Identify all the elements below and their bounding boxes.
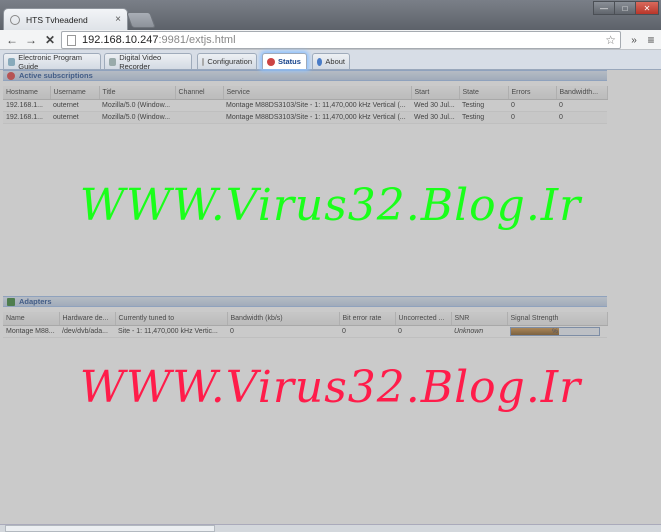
signal-strength-text: %: [552, 327, 558, 335]
cell: Site - 1: 11,470,000 kHz Vertic...: [115, 325, 227, 338]
cell: /dev/dvb/ada...: [59, 325, 115, 338]
col-hardware-device[interactable]: Hardware de...: [59, 312, 116, 326]
cell: 0: [556, 99, 607, 112]
col-bandwidth-kbs[interactable]: Bandwidth (kb/s): [227, 312, 340, 326]
dvr-icon: [109, 57, 117, 66]
horizontal-scrollbar[interactable]: [5, 525, 215, 532]
cell: 0: [395, 325, 451, 338]
tab-configuration-label: Configuration: [207, 57, 252, 66]
col-errors[interactable]: Errors: [508, 86, 557, 100]
col-start[interactable]: Start: [411, 86, 460, 100]
col-hostname[interactable]: Hostname: [3, 86, 51, 100]
cell: Wed 30 Jul...: [411, 99, 459, 112]
adapters-table: Name Hardware de... Currently tuned to B…: [3, 312, 608, 338]
url-host: 192.168.10.247: [82, 34, 159, 46]
col-channel[interactable]: Channel: [175, 86, 224, 100]
cell: Mozilla/5.0 (Window...: [99, 111, 175, 124]
info-icon: [317, 57, 323, 66]
cell: 192.168.1...: [3, 99, 50, 112]
cell: Unknown: [451, 325, 507, 338]
url-path: :9981/extjs.html: [158, 34, 236, 46]
main-tab-bar: Electronic Program Guide Digital Video R…: [0, 50, 661, 71]
col-title[interactable]: Title: [99, 86, 176, 100]
col-bit-error-rate[interactable]: Bit error rate: [339, 312, 396, 326]
stop-button[interactable]: ✕: [42, 32, 58, 48]
tab-epg-label: Electronic Program Guide: [18, 52, 83, 71]
cell: Mozilla/5.0 (Window...: [99, 99, 175, 112]
col-name[interactable]: Name: [3, 312, 60, 326]
signal-strength-cell: %: [507, 325, 607, 338]
table-row[interactable]: Montage M88... /dev/dvb/ada... Site - 1:…: [3, 325, 607, 338]
tab-dvr-label: Digital Video Recorder: [119, 52, 162, 71]
cell: 192.168.1...: [3, 111, 50, 124]
subscriptions-panel-header: Active subscriptions: [3, 70, 607, 81]
extensions-overflow-icon[interactable]: »: [626, 32, 642, 48]
watermark-red: WWW.Virus32.Blog.Ir: [79, 362, 582, 413]
page-loading-icon: [10, 14, 20, 25]
cell: Montage M88DS3103/Site - 1: 11,470,000 k…: [223, 99, 411, 112]
forward-button[interactable]: →: [23, 32, 39, 48]
cell: [175, 111, 223, 124]
col-uncorrected[interactable]: Uncorrected ...: [395, 312, 452, 326]
cell: 0: [339, 325, 395, 338]
subscriptions-icon: [7, 71, 15, 80]
adapters-title: Adapters: [19, 297, 52, 306]
page-icon: [67, 35, 76, 46]
tab-configuration[interactable]: Configuration: [197, 53, 257, 69]
tab-status[interactable]: Status: [262, 53, 307, 69]
signal-strength-bar: %: [510, 326, 600, 336]
adapters-panel-header: Adapters: [3, 296, 607, 307]
browser-toolbar: ← → ✕ 192.168.10.247:9981/extjs.html ☆ »…: [0, 30, 661, 50]
cell: 0: [508, 111, 556, 124]
browser-tab-title: HTS Tvheadend: [26, 14, 88, 25]
cell: 0: [227, 325, 339, 338]
minimize-button[interactable]: —: [593, 1, 615, 15]
cell: Wed 30 Jul...: [411, 111, 459, 124]
close-window-button[interactable]: ✕: [635, 1, 659, 15]
cell: Montage M88DS3103/Site - 1: 11,470,000 k…: [223, 111, 411, 124]
menu-icon[interactable]: ≡: [643, 32, 659, 48]
status-icon: [267, 57, 275, 66]
tab-dvr[interactable]: Digital Video Recorder: [104, 52, 192, 71]
col-service[interactable]: Service: [223, 86, 412, 100]
address-bar[interactable]: 192.168.10.247:9981/extjs.html ☆: [61, 31, 621, 49]
subscriptions-table: Hostname Username Title Channel Service …: [3, 86, 608, 124]
tab-status-label: Status: [278, 57, 301, 66]
cell: 0: [556, 111, 607, 124]
col-bandwidth[interactable]: Bandwidth...: [556, 86, 608, 100]
tab-about-label: About: [325, 57, 345, 66]
subscriptions-header-row: Hostname Username Title Channel Service …: [3, 86, 608, 100]
col-state[interactable]: State: [459, 86, 509, 100]
cell: outernet: [50, 111, 99, 124]
col-currently-tuned-to[interactable]: Currently tuned to: [115, 312, 228, 326]
cell: Testing: [459, 99, 508, 112]
col-signal-strength[interactable]: Signal Strength: [507, 312, 608, 326]
col-snr[interactable]: SNR: [451, 312, 508, 326]
browser-tab[interactable]: HTS Tvheadend ×: [3, 8, 128, 30]
tab-epg[interactable]: Electronic Program Guide: [3, 52, 101, 71]
bookmark-star-icon[interactable]: ☆: [605, 33, 616, 47]
watermark-green: WWW.Virus32.Blog.Ir: [79, 180, 582, 231]
cell: 0: [508, 99, 556, 112]
cell: outernet: [50, 99, 99, 112]
maximize-button[interactable]: □: [614, 1, 636, 15]
col-username[interactable]: Username: [50, 86, 100, 100]
adapters-header-row: Name Hardware de... Currently tuned to B…: [3, 312, 608, 326]
wrench-icon: [202, 57, 205, 66]
table-row[interactable]: 192.168.1... outernet Mozilla/5.0 (Windo…: [3, 111, 607, 124]
epg-icon: [8, 57, 16, 66]
cell: [175, 99, 223, 112]
cell: Montage M88...: [3, 325, 59, 338]
cell: Testing: [459, 111, 508, 124]
tab-about[interactable]: About: [312, 53, 350, 69]
close-tab-icon[interactable]: ×: [115, 14, 121, 25]
back-button[interactable]: ←: [4, 32, 20, 48]
subscriptions-title: Active subscriptions: [19, 71, 93, 80]
adapter-card-icon: [7, 297, 15, 306]
table-row[interactable]: 192.168.1... outernet Mozilla/5.0 (Windo…: [3, 99, 607, 112]
